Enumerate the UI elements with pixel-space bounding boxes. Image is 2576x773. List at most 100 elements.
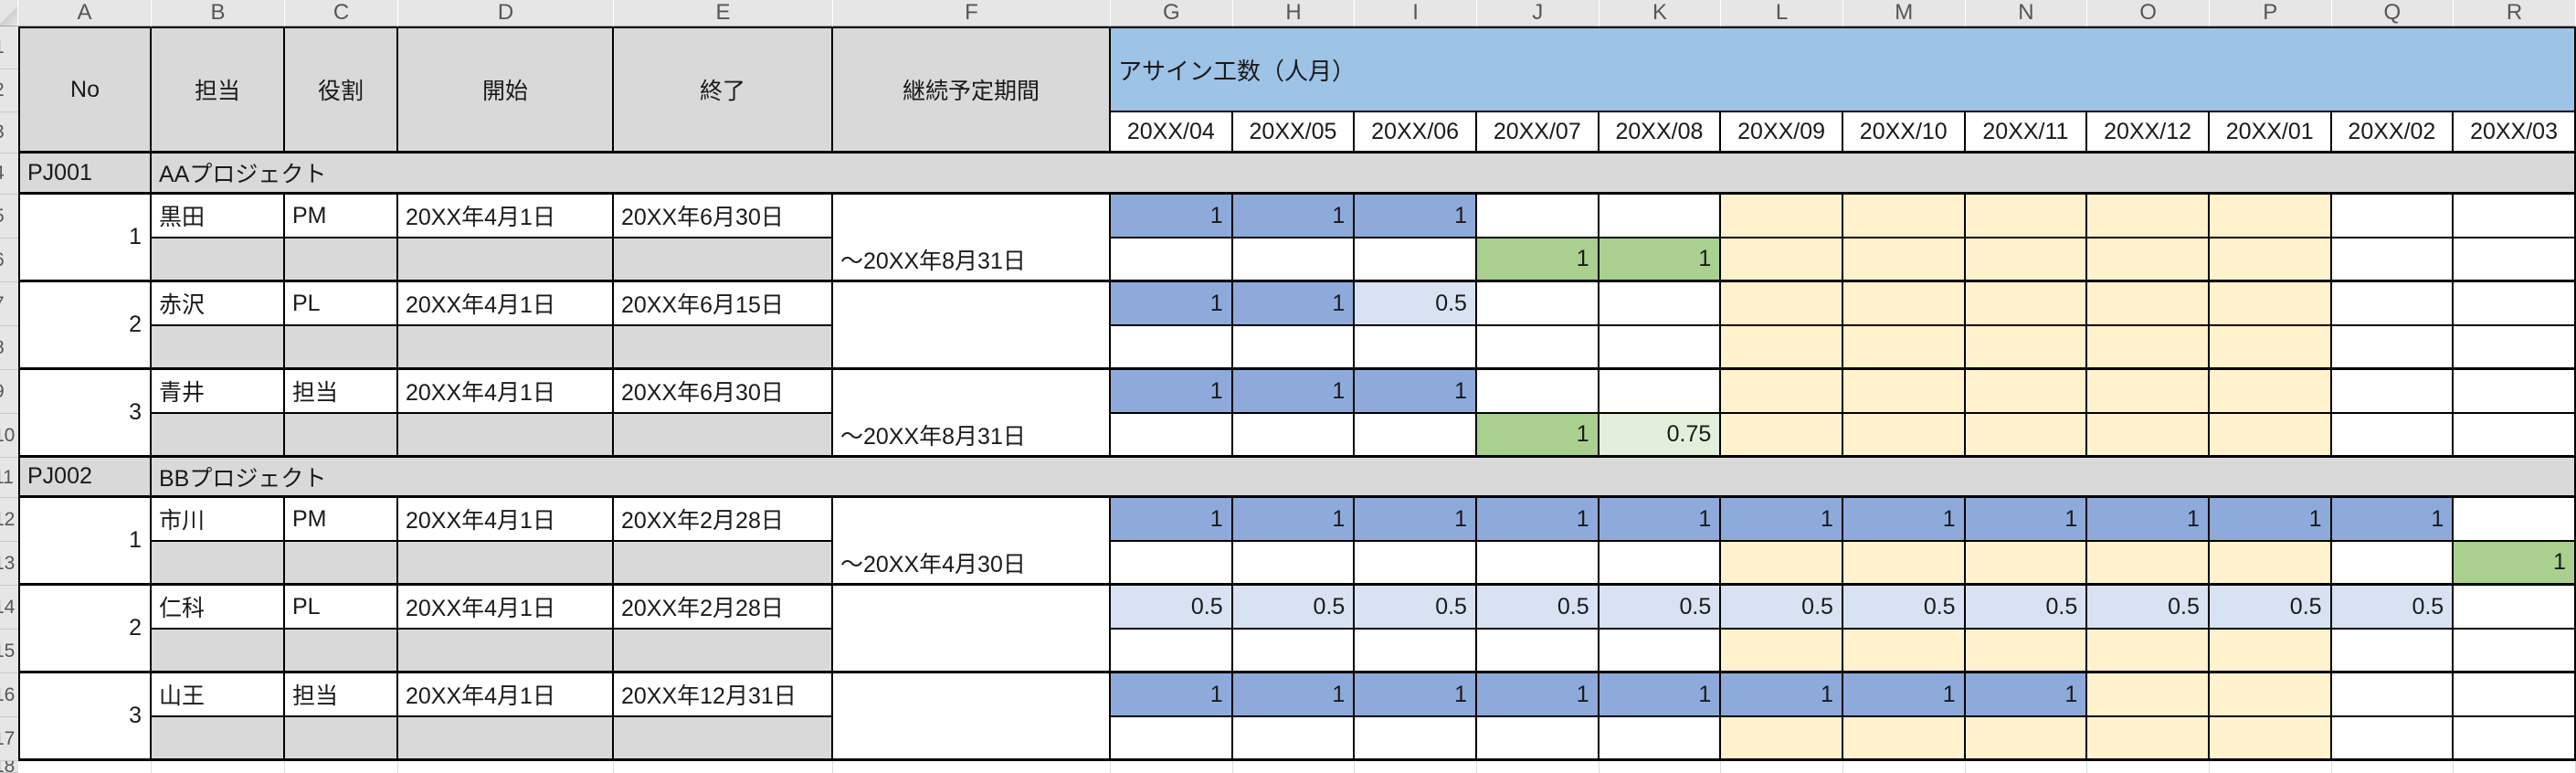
- col-header-B[interactable]: B: [152, 0, 285, 26]
- assign-cell[interactable]: [2087, 630, 2210, 673]
- assign-cell[interactable]: [1966, 630, 2088, 673]
- header-no[interactable]: No: [18, 26, 152, 154]
- assign-cell[interactable]: [1966, 542, 2088, 586]
- assign-cell[interactable]: [2087, 282, 2210, 326]
- member-blank-cell[interactable]: [285, 238, 398, 282]
- month-header-20XX-11[interactable]: 20XX/11: [1966, 112, 2088, 154]
- assign-cell[interactable]: [1355, 326, 1477, 370]
- row-header-11[interactable]: 11: [0, 458, 18, 498]
- assign-cell[interactable]: [2210, 414, 2332, 458]
- assign-cell[interactable]: [2454, 370, 2576, 414]
- assign-cell[interactable]: [1477, 326, 1599, 370]
- member-blank-cell[interactable]: [398, 717, 614, 761]
- assign-cell[interactable]: [2332, 195, 2455, 238]
- assign-cell[interactable]: [2332, 414, 2455, 458]
- assign-cell[interactable]: [2087, 717, 2210, 761]
- member-blank-cell[interactable]: [614, 717, 833, 761]
- row-header-14[interactable]: 14: [0, 586, 18, 630]
- empty-cell[interactable]: [1966, 761, 2088, 773]
- empty-cell[interactable]: [1355, 761, 1477, 773]
- member-role-cell[interactable]: PL: [285, 586, 398, 630]
- assign-cell[interactable]: 0.5: [1599, 586, 1722, 630]
- member-blank-cell[interactable]: [398, 414, 614, 458]
- empty-cell[interactable]: [1477, 761, 1599, 773]
- month-header-20XX-10[interactable]: 20XX/10: [1843, 112, 1966, 154]
- header-continuation[interactable]: 継続予定期間: [833, 26, 1111, 154]
- row-header-8[interactable]: 8: [0, 326, 18, 370]
- assign-cell[interactable]: 1: [1966, 498, 2088, 542]
- assign-cell[interactable]: [1233, 326, 1356, 370]
- continuation-cell[interactable]: [833, 326, 1111, 370]
- member-start-cell[interactable]: 20XX年4月1日: [398, 370, 614, 414]
- assign-cell[interactable]: [2332, 282, 2455, 326]
- member-blank-cell[interactable]: [285, 717, 398, 761]
- continuation-blank-cell[interactable]: [833, 370, 1111, 414]
- assign-cell[interactable]: [2332, 370, 2455, 414]
- member-name-cell[interactable]: 黒田: [152, 195, 285, 238]
- project-name-cell[interactable]: AAプロジェクト: [152, 154, 2576, 195]
- assign-cell[interactable]: 0.5: [1721, 586, 1843, 630]
- col-header-N[interactable]: N: [1966, 0, 2088, 26]
- col-header-L[interactable]: L: [1721, 0, 1843, 26]
- header-start[interactable]: 開始: [398, 26, 614, 154]
- empty-cell[interactable]: [1599, 761, 1722, 773]
- assign-cell[interactable]: [1843, 326, 1966, 370]
- row-header-7[interactable]: 7: [0, 282, 18, 326]
- member-blank-cell[interactable]: [285, 326, 398, 370]
- assign-cell[interactable]: [1843, 282, 1966, 326]
- assign-cell[interactable]: 1: [1843, 498, 1966, 542]
- member-end-cell[interactable]: 20XX年6月30日: [614, 195, 833, 238]
- assign-cell[interactable]: [1477, 542, 1599, 586]
- member-blank-cell[interactable]: [398, 542, 614, 586]
- assign-cell[interactable]: [1111, 630, 1233, 673]
- assign-cell[interactable]: 1: [1233, 498, 1356, 542]
- member-role-cell[interactable]: 担当: [285, 673, 398, 717]
- assign-cell[interactable]: [1721, 630, 1843, 673]
- member-name-cell[interactable]: 山王: [152, 673, 285, 717]
- assign-cell[interactable]: 0.5: [2332, 586, 2455, 630]
- member-blank-cell[interactable]: [398, 238, 614, 282]
- row-header-3[interactable]: 3: [0, 112, 18, 154]
- member-no-cell[interactable]: 2: [18, 282, 152, 370]
- assign-cell[interactable]: 1: [2332, 498, 2455, 542]
- assign-cell[interactable]: [1233, 414, 1356, 458]
- member-start-cell[interactable]: 20XX年4月1日: [398, 282, 614, 326]
- member-no-cell[interactable]: 1: [18, 498, 152, 586]
- month-header-20XX-12[interactable]: 20XX/12: [2087, 112, 2210, 154]
- assign-cell[interactable]: [2332, 630, 2455, 673]
- assign-cell[interactable]: [1843, 717, 1966, 761]
- row-header-18[interactable]: 18: [0, 761, 18, 773]
- select-all-corner[interactable]: [0, 0, 18, 26]
- assign-cell[interactable]: [2454, 238, 2576, 282]
- continuation-blank-cell[interactable]: [833, 282, 1111, 326]
- assign-cell[interactable]: [1966, 238, 2088, 282]
- assign-cell[interactable]: [1721, 282, 1843, 326]
- assign-cell[interactable]: 1: [1355, 498, 1477, 542]
- row-header-5[interactable]: 5: [0, 195, 18, 238]
- assign-cell[interactable]: 0.5: [1355, 586, 1477, 630]
- assign-cell[interactable]: [2210, 673, 2332, 717]
- member-name-cell[interactable]: 市川: [152, 498, 285, 542]
- col-header-G[interactable]: G: [1111, 0, 1233, 26]
- empty-cell[interactable]: [1111, 761, 1233, 773]
- member-blank-cell[interactable]: [614, 542, 833, 586]
- assign-cell[interactable]: 1: [1111, 370, 1233, 414]
- row-header-16[interactable]: 16: [0, 673, 18, 717]
- assign-cell[interactable]: [1843, 370, 1966, 414]
- empty-cell[interactable]: [398, 761, 614, 773]
- member-end-cell[interactable]: 20XX年2月28日: [614, 498, 833, 542]
- member-blank-cell[interactable]: [152, 542, 285, 586]
- col-header-M[interactable]: M: [1843, 0, 1966, 26]
- assign-cell[interactable]: [1111, 542, 1233, 586]
- assign-title-band[interactable]: アサイン工数（人月）: [1111, 26, 2576, 112]
- member-no-cell[interactable]: 3: [18, 370, 152, 458]
- continuation-blank-cell[interactable]: [833, 498, 1111, 542]
- assign-cell[interactable]: 0.5: [2210, 586, 2332, 630]
- assign-cell[interactable]: 1: [1355, 370, 1477, 414]
- col-header-K[interactable]: K: [1599, 0, 1722, 26]
- assign-cell[interactable]: 1: [1477, 414, 1599, 458]
- project-id-cell[interactable]: PJ001: [18, 154, 152, 195]
- assign-cell[interactable]: 0.5: [1477, 586, 1599, 630]
- assign-cell[interactable]: [2332, 717, 2455, 761]
- assign-cell[interactable]: [2087, 673, 2210, 717]
